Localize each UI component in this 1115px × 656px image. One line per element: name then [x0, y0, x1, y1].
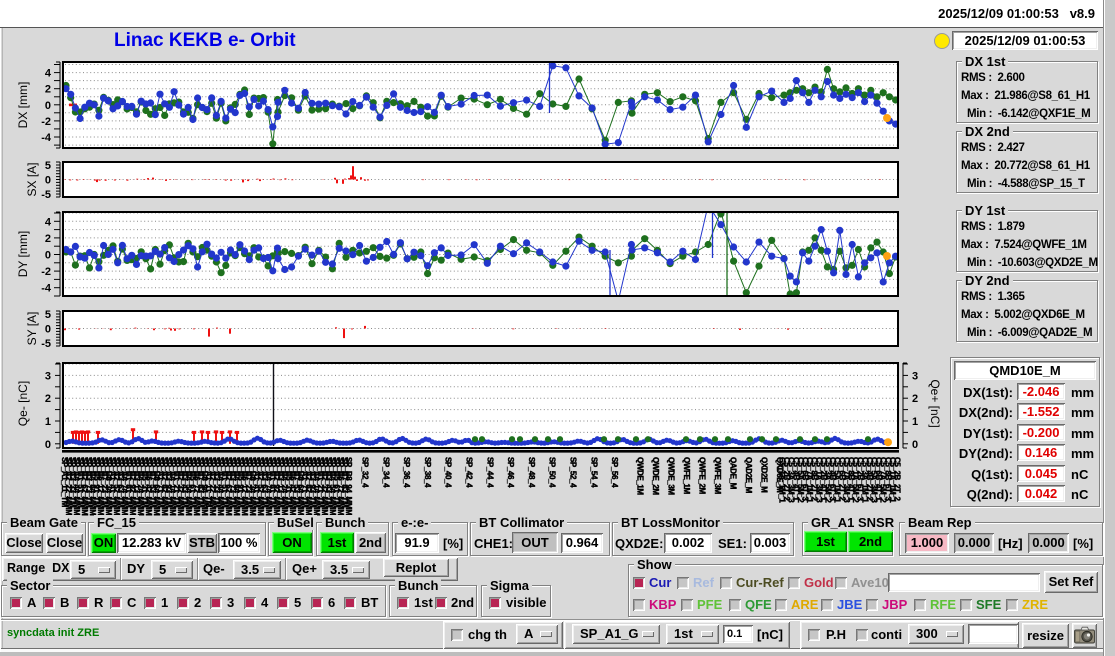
svg-text:QADE_M: QADE_M [729, 457, 738, 490]
svg-text:SP_38_4: SP_38_4 [423, 457, 432, 488]
svg-text:SP_36_4: SP_36_4 [402, 457, 411, 488]
svg-text:SP_44_4: SP_44_4 [485, 457, 494, 488]
svg-text:-5: -5 [41, 338, 51, 350]
svg-text:-4: -4 [41, 283, 52, 295]
svg-text:SP_32_4: SP_32_4 [361, 457, 370, 488]
svg-text:SP_56_4: SP_56_4 [610, 457, 619, 488]
svg-text:QWDE_3M: QWDE_3M [667, 457, 676, 495]
svg-text:QWDE_2M: QWDE_2M [651, 457, 660, 495]
svg-text:-5: -5 [41, 189, 51, 201]
svg-text:0: 0 [45, 175, 51, 187]
svg-text:0: 0 [45, 324, 51, 336]
svg-text:-2: -2 [41, 116, 51, 128]
svg-text:SP_52_4: SP_52_4 [569, 457, 578, 488]
svg-text:0: 0 [45, 100, 51, 112]
svg-text:QXD2E_M: QXD2E_M [760, 457, 769, 493]
svg-text:QWDE_1M: QWDE_1M [636, 457, 645, 495]
svg-text:SP_40_4: SP_40_4 [444, 457, 453, 488]
svg-text:C5_2B_2T_2: C5_2B_2T_2 [893, 457, 902, 502]
svg-text:4: 4 [45, 68, 52, 80]
svg-text:0: 0 [912, 439, 918, 451]
svg-text:3: 3 [45, 370, 51, 382]
svg-text:SP_34_4: SP_34_4 [381, 457, 390, 488]
svg-text:QAD2E_M: QAD2E_M [744, 457, 753, 494]
svg-text:DX [mm]: DX [mm] [16, 82, 30, 129]
svg-text:3: 3 [912, 370, 918, 382]
svg-text:QWFE_3M: QWFE_3M [713, 457, 722, 494]
svg-text:0: 0 [45, 250, 51, 262]
svg-text:SP_B8_94_MMM: SP_B8_94_MMM [344, 457, 353, 516]
svg-text:SX [A]: SX [A] [25, 162, 39, 196]
svg-text:2: 2 [45, 233, 51, 245]
svg-text:SY [A]: SY [A] [25, 312, 39, 346]
svg-text:5: 5 [45, 309, 51, 321]
svg-text:1: 1 [912, 416, 918, 428]
svg-text:Qe+ [nC]: Qe+ [nC] [928, 379, 942, 427]
svg-text:2: 2 [912, 393, 918, 405]
svg-text:SP_54_4: SP_54_4 [589, 457, 598, 488]
svg-text:Qe- [nC]: Qe- [nC] [16, 381, 30, 426]
svg-text:-4: -4 [41, 132, 52, 144]
svg-text:1: 1 [45, 416, 51, 428]
svg-text:QWFE_1M: QWFE_1M [682, 457, 691, 494]
svg-text:-2: -2 [41, 266, 51, 278]
svg-text:0: 0 [45, 439, 51, 451]
svg-text:4: 4 [45, 216, 52, 228]
svg-text:QWFE_2M: QWFE_2M [698, 457, 707, 494]
svg-text:5: 5 [45, 160, 51, 172]
svg-text:SP_46_4: SP_46_4 [506, 457, 515, 488]
svg-text:DY [mm]: DY [mm] [16, 231, 30, 277]
svg-text:SP_42_4: SP_42_4 [465, 457, 474, 488]
svg-text:SP_48_4: SP_48_4 [527, 457, 536, 488]
svg-text:2: 2 [45, 84, 51, 96]
svg-text:SP_50_4: SP_50_4 [548, 457, 557, 488]
svg-text:2: 2 [45, 393, 51, 405]
